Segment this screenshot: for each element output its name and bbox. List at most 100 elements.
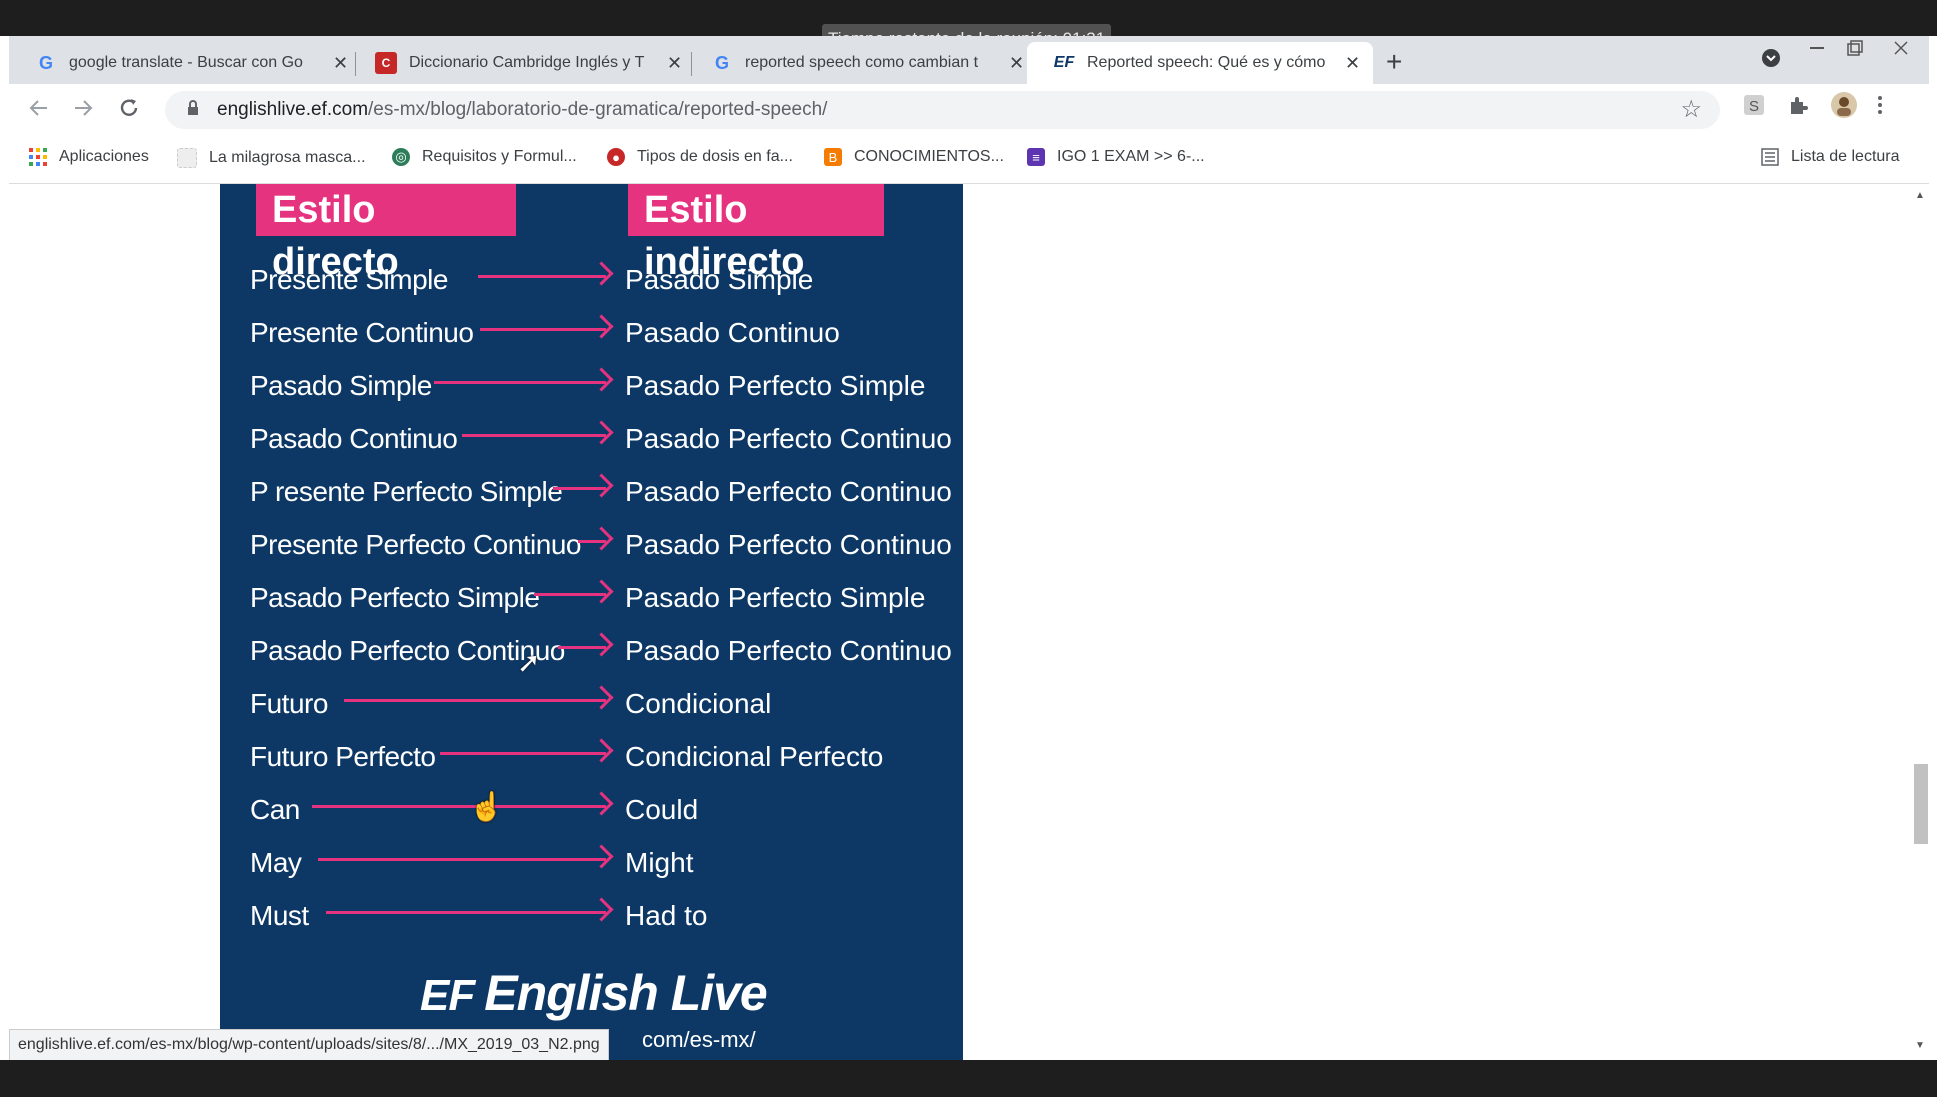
indirect-tense: Pasado Continuo xyxy=(625,317,840,348)
arrow-right-icon xyxy=(480,328,606,331)
conversion-row: Presente Simple Pasado Simple xyxy=(220,256,963,308)
arrow-right-icon xyxy=(478,275,606,278)
conversion-row: Futuro Perfecto Condicional Perfecto xyxy=(220,733,963,785)
mouse-cursor-icon: ➚ xyxy=(517,647,541,678)
direct-tense: Futuro xyxy=(250,688,328,719)
conversion-row: Can Could xyxy=(220,786,963,838)
extension-s-icon[interactable]: S xyxy=(1743,94,1765,122)
reading-list-label: Lista de lectura xyxy=(1791,148,1900,165)
indirect-tense: Pasado Perfecto Simple xyxy=(625,370,926,401)
header-direct-speech: Estilo directo xyxy=(256,184,516,283)
tab-reported-speech-active[interactable]: EF Reported speech: Qué es y cómo ✕ xyxy=(1027,42,1373,84)
window-close-icon[interactable] xyxy=(1891,38,1911,63)
cambridge-icon: C xyxy=(375,52,397,74)
close-icon[interactable]: ✕ xyxy=(1345,53,1360,74)
forward-icon[interactable] xyxy=(71,96,95,127)
indirect-tense: Pasado Perfecto Continuo xyxy=(625,423,952,454)
bookmark-label: CONOCIMIENTOS... xyxy=(854,148,1004,165)
bookmark-conocimientos[interactable]: B CONOCIMIENTOS... xyxy=(824,148,1004,166)
indirect-tense: Might xyxy=(625,847,694,878)
bookmark-star-icon[interactable]: ☆ xyxy=(1680,95,1702,124)
close-icon[interactable]: ✕ xyxy=(1009,53,1024,74)
lock-icon xyxy=(187,100,199,115)
conversion-row: Presente Perfecto Continuo Pasado Perfect… xyxy=(220,521,963,573)
bookmark-label: La milagrosa masca... xyxy=(209,149,366,166)
tab-google-translate[interactable]: G google translate - Buscar con Go ✕ xyxy=(9,42,349,84)
tab-title: Diccionario Cambridge Inglés y T xyxy=(409,54,645,71)
conversion-row: Pasado Simple Pasado Perfecto Simple xyxy=(220,362,963,414)
scroll-up-icon[interactable]: ▲ xyxy=(1915,190,1925,201)
indirect-tense: Pasado Perfecto Simple xyxy=(625,582,926,613)
reported-speech-infographic: Estilo directo Estilo indirecto Presente… xyxy=(220,184,963,1060)
address-bar[interactable]: englishlive.ef.com/es-mx/blog/laboratori… xyxy=(165,91,1720,129)
bookmark-igo-exam[interactable]: ≡ IGO 1 EXAM >> 6-... xyxy=(1027,148,1205,166)
close-icon[interactable]: ✕ xyxy=(667,53,682,74)
close-icon[interactable]: ✕ xyxy=(333,53,348,74)
svg-text:S: S xyxy=(1749,98,1759,115)
back-icon[interactable] xyxy=(27,96,51,127)
screen-bottom-bar xyxy=(0,1060,1937,1097)
page-content: Estilo directo Estilo indirecto Presente… xyxy=(9,184,1911,1060)
direct-tense: Presente Perfecto Continuo xyxy=(250,529,581,560)
tab-search-icon[interactable] xyxy=(1761,48,1781,73)
more-menu-icon[interactable] xyxy=(1877,94,1883,122)
indirect-tense: Pasado Perfecto Continuo xyxy=(625,476,952,507)
restore-icon[interactable] xyxy=(1845,38,1865,63)
bookmark-label: IGO 1 EXAM >> 6-... xyxy=(1057,148,1205,165)
tab-title: Reported speech: Qué es y cómo xyxy=(1087,54,1326,71)
indirect-tense: Pasado Perfecto Continuo xyxy=(625,635,952,666)
header-indirect-speech: Estilo indirecto xyxy=(628,184,884,283)
bookmark-label: Aplicaciones xyxy=(59,148,149,165)
list-icon: ≡ xyxy=(1027,148,1045,166)
tab-title: google translate - Buscar con Go xyxy=(69,54,303,71)
conversion-row: May Might xyxy=(220,839,963,891)
indirect-tense: Condicional xyxy=(625,688,772,719)
arrow-right-icon xyxy=(434,381,606,384)
conversion-row: Pasado Perfecto Continuo Pasado Perfecto … xyxy=(220,627,963,679)
new-tab-button[interactable]: + xyxy=(1386,46,1402,78)
arrow-right-icon xyxy=(462,434,606,437)
tab-reported-speech-search[interactable]: G reported speech como cambian t ✕ xyxy=(685,42,1025,84)
url-text: englishlive.ef.com/es-mx/blog/laboratori… xyxy=(217,99,827,121)
indirect-tense: Could xyxy=(625,794,699,825)
scrollbar-thumb[interactable] xyxy=(1914,764,1928,844)
conversion-row: Presente Continuo Pasado Continuo xyxy=(220,309,963,361)
reading-list[interactable]: Lista de lectura xyxy=(1761,148,1900,166)
arrow-right-icon xyxy=(440,752,606,755)
tab-cambridge[interactable]: C Diccionario Cambridge Inglés y T ✕ xyxy=(349,42,689,84)
bookmark-apps[interactable]: Aplicaciones xyxy=(29,148,149,166)
logo-text: English Live xyxy=(484,965,768,1021)
direct-tense: Pasado Simple xyxy=(250,370,432,401)
minimize-icon[interactable] xyxy=(1807,38,1827,63)
pill-icon: ● xyxy=(607,148,625,166)
arrow-right-icon xyxy=(534,593,606,596)
address-row: englishlive.ef.com/es-mx/blog/laboratori… xyxy=(9,84,1929,136)
page-icon xyxy=(177,148,197,168)
reload-icon[interactable] xyxy=(117,96,141,127)
profile-avatar[interactable] xyxy=(1831,92,1857,124)
page-scrollbar[interactable]: ▲ ▼ xyxy=(1911,184,1929,1060)
tab-strip: G google translate - Buscar con Go ✕ C D… xyxy=(9,36,1929,84)
arrow-right-icon xyxy=(318,858,606,861)
indirect-tense: Pasado Perfecto Continuo xyxy=(625,529,952,560)
ef-logo-mark: EF xyxy=(420,971,475,1020)
conversion-row: P resente Perfecto Simple Pasado Perfecto… xyxy=(220,468,963,520)
direct-tense: Presente Simple xyxy=(250,264,448,295)
hand-cursor-icon: ☝ xyxy=(469,791,504,822)
bookmark-label: Tipos de dosis en fa... xyxy=(637,148,793,165)
direct-tense: P resente Perfecto Simple xyxy=(250,476,563,507)
bookmark-tipos-dosis[interactable]: ● Tipos de dosis en fa... xyxy=(607,148,793,166)
direct-tense: Pasado Continuo xyxy=(250,423,458,454)
bookmark-milagrosa[interactable]: La milagrosa masca... xyxy=(177,148,366,168)
indirect-tense: Pasado Simple xyxy=(625,264,814,295)
apps-grid-icon xyxy=(29,148,47,166)
conversion-row: Must Had to xyxy=(220,892,963,944)
bookmark-requisitos[interactable]: ◎ Requisitos y Formul... xyxy=(392,148,577,166)
conversion-row: Futuro Condicional xyxy=(220,680,963,732)
tab-title: reported speech como cambian t xyxy=(745,54,979,71)
direct-tense: Can xyxy=(250,794,300,825)
url-host: englishlive.ef.com xyxy=(217,99,369,120)
bookmark-label: Requisitos y Formul... xyxy=(422,148,577,165)
scroll-down-icon[interactable]: ▼ xyxy=(1915,1040,1925,1051)
extensions-puzzle-icon[interactable] xyxy=(1787,94,1809,122)
